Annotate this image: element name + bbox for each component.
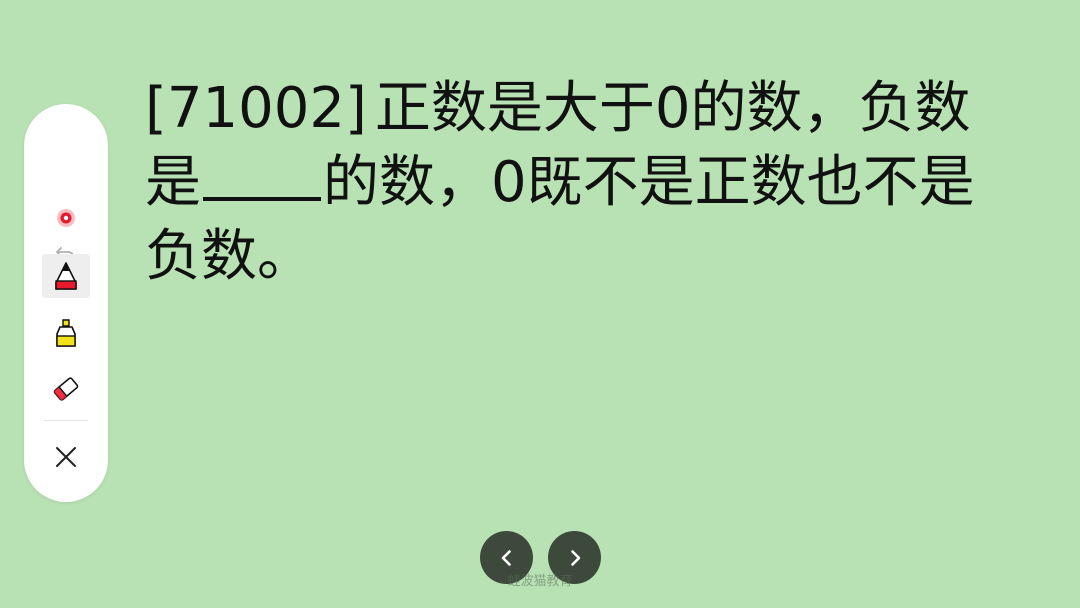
toolbar-divider (44, 420, 88, 421)
question-text: [71002] 正数是大于0的数，负数是 的数，0既不是正数也不是负数。 (145, 72, 1025, 294)
eraser-button[interactable] (42, 367, 90, 411)
answer-blank (203, 149, 321, 201)
highlighter-button[interactable] (42, 311, 90, 355)
pen-button[interactable] (42, 254, 90, 298)
eraser-icon (53, 377, 79, 401)
close-toolbar-button[interactable] (42, 435, 90, 479)
chevron-left-icon (501, 549, 511, 566)
annotation-toolbar (24, 104, 108, 502)
pen-icon (55, 262, 77, 290)
highlighter-icon (56, 319, 76, 347)
close-icon (56, 447, 76, 467)
chevron-right-icon (570, 549, 580, 566)
watermark: 蛙波猫教育 (507, 574, 573, 589)
laser-pointer-icon (57, 209, 75, 227)
question-id: [71002] (145, 76, 367, 141)
laser-pointer-button[interactable] (42, 196, 90, 240)
